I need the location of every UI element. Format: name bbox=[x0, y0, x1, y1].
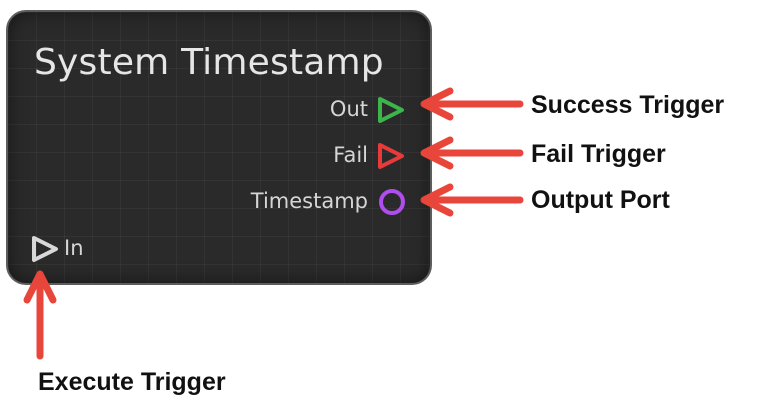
execute-trigger-label: Execute Trigger bbox=[38, 368, 226, 396]
fail-arrow bbox=[420, 136, 524, 170]
fail-trigger-label: Fail Trigger bbox=[531, 140, 666, 168]
success-trigger-label: Success Trigger bbox=[531, 91, 725, 119]
output-port-label: Output Port bbox=[531, 186, 670, 214]
diagram: System Timestamp Out Fail Timestamp In S… bbox=[0, 0, 772, 402]
execute-arrow bbox=[23, 270, 57, 360]
success-arrow bbox=[420, 87, 524, 121]
output-arrow bbox=[420, 183, 524, 217]
